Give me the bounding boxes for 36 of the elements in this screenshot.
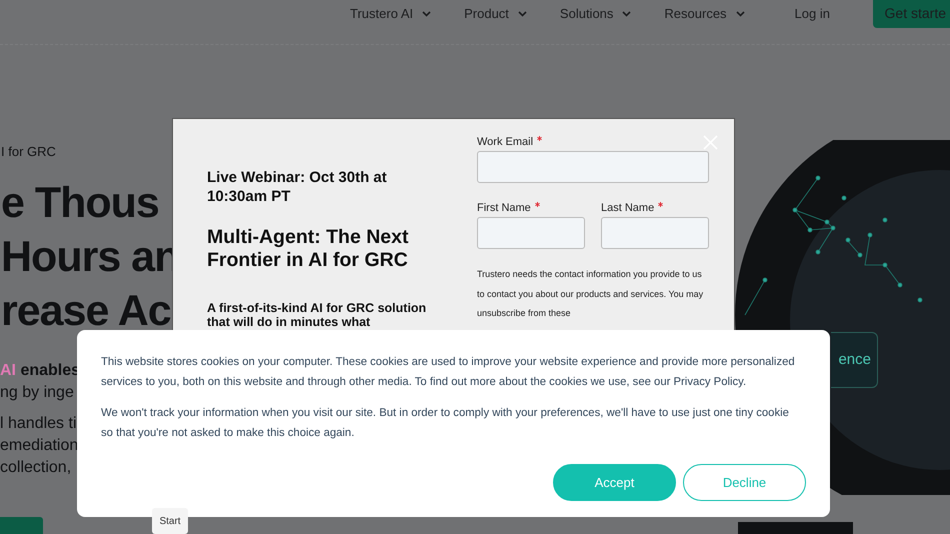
webinar-date: Live Webinar: Oct 30th at 10:30am PT <box>207 168 388 206</box>
side-button[interactable]: ence <box>831 332 878 388</box>
chevron-down-icon <box>736 11 745 17</box>
field-label: Work Email <box>477 134 710 149</box>
field-label: First Name <box>477 200 585 215</box>
input-field[interactable] <box>601 217 709 249</box>
close-icon[interactable] <box>703 135 718 150</box>
nav-menu-item[interactable]: Resources <box>664 4 745 24</box>
cookie-text: This website stores cookies on your computer. These cookies are used to improve your website experience and provide more personalized services to you, both on this website and through other media. To find out more about the cookies we use, see our Privacy Policy. <box>101 355 796 390</box>
nav-menu-item[interactable]: Solutions <box>560 4 632 24</box>
hero-text: collection, <box>0 458 72 478</box>
input-field[interactable] <box>477 217 585 249</box>
chevron-down-icon <box>518 11 527 17</box>
webinar-title: Multi-Agent: The Next Frontier in AI for GRC <box>207 226 410 272</box>
input-field[interactable] <box>477 151 709 183</box>
decline-button[interactable]: Decline <box>683 464 806 501</box>
start-tooltip: Start <box>152 508 188 534</box>
hero-eyebrow: I for GRC <box>1 143 57 161</box>
accept-button[interactable]: Accept <box>553 464 676 501</box>
nav-menu-item[interactable]: Trustero AI <box>350 4 432 24</box>
hero-text: emediation <box>0 436 78 456</box>
hero-text: ng by inge <box>0 382 74 402</box>
cookie-text: We won't track your information when you visit our site. But in order to comply with your preferences, we'll have to use just one tiny cookie so that you're not asked to make this choice again. <box>101 406 790 441</box>
consent-text: Trustero needs the contact information you provide to us to contact you about our products and services. You may unsubscribe from these <box>477 268 704 320</box>
hero-button[interactable] <box>0 517 43 534</box>
hero-text: AI enables <box>0 360 80 380</box>
field-label: Last Name <box>601 200 709 215</box>
login-link[interactable]: Log in <box>794 4 830 24</box>
nav-menu-item[interactable]: Product <box>464 4 527 24</box>
chevron-down-icon <box>422 11 432 17</box>
hero-headline: rease Ac <box>1 286 171 336</box>
hero-headline: e Thous <box>1 178 159 228</box>
chevron-down-icon <box>622 11 632 17</box>
get-started-button[interactable]: Get starte <box>872 0 950 28</box>
hero-text: l handles ti <box>0 414 76 434</box>
webinar-description: A first-of-its-kind AI for GRC solution that will do in minutes what <box>207 301 428 329</box>
